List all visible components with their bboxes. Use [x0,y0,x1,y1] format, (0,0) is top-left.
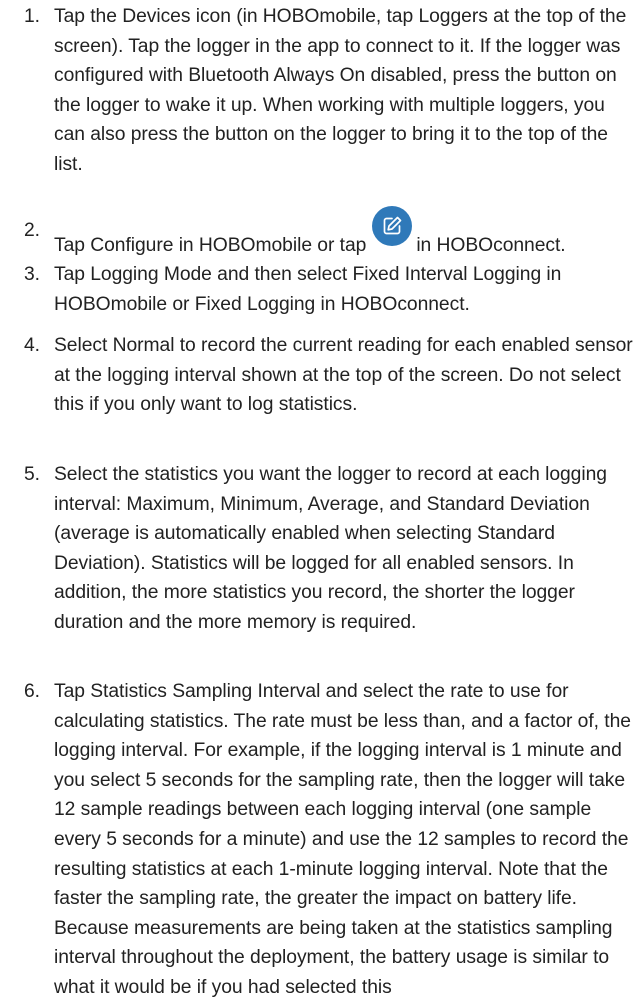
step-number: 3. [24,264,40,285]
step-number: 6. [24,681,40,702]
step-text: Select Normal to record the current read… [54,335,633,416]
edit-pencil-icon [372,206,413,246]
step-text: Tap Statistics Sampling Interval and sel… [54,681,631,998]
step-text-after-icon: in HOBOconnect. [416,235,566,256]
step-4: 4. Select Normal to record the current r… [24,331,636,420]
step-number: 2. [24,220,40,241]
step-text: Tap Configure in HOBOmobile or tap in HOB… [54,206,636,261]
step-number: 1. [24,6,40,27]
step-5: 5. Select the statistics you want the lo… [24,460,636,638]
step-text: Tap the Devices icon (in HOBOmobile, tap… [54,6,627,175]
step-2: 2. Tap Configure in HOBOmobile or tap in … [24,206,636,261]
step-number: 5. [24,464,40,485]
step-1: 1. Tap the Devices icon (in HOBOmobile, … [24,2,636,180]
step-3: 3. Tap Logging Mode and then select Fixe… [24,260,636,319]
step-6: 6. Tap Statistics Sampling Interval and … [24,677,636,1003]
step-text-before-icon: Tap Configure in HOBOmobile or tap [54,235,367,256]
step-text: Tap Logging Mode and then select Fixed I… [54,264,562,315]
instruction-document: 1. Tap the Devices icon (in HOBOmobile, … [0,0,637,1002]
step-number: 4. [24,335,40,356]
step-text: Select the statistics you want the logge… [54,464,607,633]
